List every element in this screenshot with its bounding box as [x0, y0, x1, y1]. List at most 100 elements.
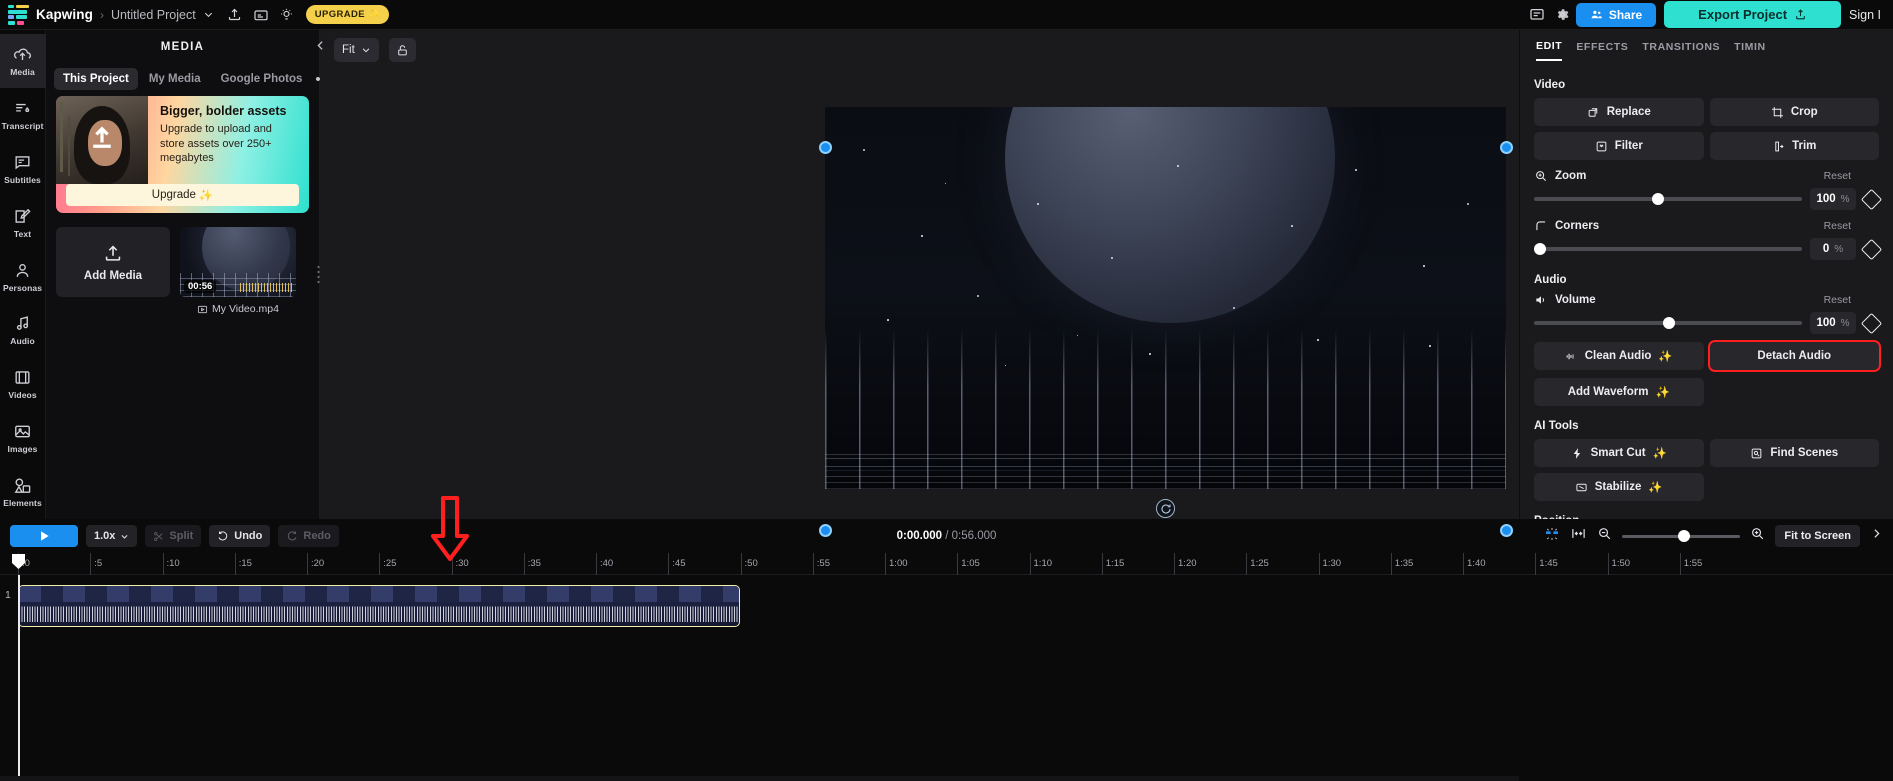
- playback-speed-select[interactable]: 1.0x: [86, 525, 138, 547]
- sidebar-item-videos[interactable]: Videos: [0, 357, 46, 411]
- video-preview-stage[interactable]: [825, 107, 1506, 489]
- selection-handle-top-right[interactable]: [1500, 141, 1513, 154]
- tab-timing[interactable]: TIMIN: [1734, 41, 1766, 60]
- canvas-area: Fit: [320, 30, 1519, 551]
- filter-button[interactable]: Filter: [1534, 132, 1704, 160]
- find-scenes-button[interactable]: Find Scenes: [1709, 439, 1879, 467]
- magnet-glyph: [1546, 527, 1559, 540]
- chevron-down-icon[interactable]: [196, 3, 222, 27]
- ruler-tick-label: :45: [672, 558, 686, 569]
- media-thumbnail[interactable]: 00:56: [180, 227, 296, 297]
- volume-slider[interactable]: [1534, 317, 1802, 329]
- collapse-panel-icon[interactable]: [309, 34, 331, 56]
- sidebar-item-transcript[interactable]: Transcript: [0, 88, 46, 142]
- ruler-tick: :10: [162, 553, 180, 575]
- zoom-unit: %: [1840, 193, 1850, 205]
- corners-slider[interactable]: [1534, 243, 1802, 255]
- project-name[interactable]: Untitled Project: [111, 8, 196, 22]
- zoom-slider-knob[interactable]: [1651, 193, 1664, 205]
- ruler-tick: 1:10: [1029, 553, 1052, 575]
- crop-button[interactable]: Crop: [1709, 98, 1879, 126]
- tab-my-media[interactable]: My Media: [140, 68, 210, 90]
- fit-to-screen-button[interactable]: Fit to Screen: [1775, 525, 1860, 547]
- add-waveform-button[interactable]: Add Waveform ✨: [1534, 378, 1704, 406]
- upgrade-pill-button[interactable]: UPGRADE ✨: [305, 5, 390, 24]
- sidebar-item-personas[interactable]: Personas: [0, 250, 46, 304]
- captions-icon[interactable]: [248, 3, 274, 27]
- sidebar-item-media[interactable]: Media: [0, 34, 46, 88]
- export-project-button[interactable]: Export Project: [1664, 1, 1842, 28]
- zoom-reset-button[interactable]: Reset: [1824, 170, 1879, 182]
- tab-effects[interactable]: EFFECTS: [1576, 41, 1628, 60]
- corners-value-box[interactable]: 0 %: [1810, 238, 1856, 260]
- play-button[interactable]: [10, 525, 78, 547]
- stabilize-icon: [1576, 483, 1587, 491]
- selection-handle-bottom-right[interactable]: [1500, 524, 1513, 537]
- zoom-keyframe-button[interactable]: [1860, 188, 1883, 210]
- timeline-horizontal-scrollbar[interactable]: [0, 776, 1519, 781]
- settings-gear-icon[interactable]: [1550, 3, 1576, 27]
- sidebar-item-images[interactable]: Images: [0, 411, 46, 465]
- clean-audio-button[interactable]: Clean Audio ✨: [1534, 342, 1704, 370]
- sidebar-item-elements[interactable]: Elements: [0, 465, 46, 519]
- zoom-slider[interactable]: [1534, 193, 1802, 205]
- tab-transitions[interactable]: TRANSITIONS: [1642, 41, 1720, 60]
- tab-edit[interactable]: EDIT: [1536, 40, 1563, 61]
- rotate-handle[interactable]: [1156, 499, 1175, 518]
- corners-reset-button[interactable]: Reset: [1824, 220, 1879, 232]
- sidebar-item-audio[interactable]: Audio: [0, 303, 46, 357]
- annotation-arrow-icon: [431, 496, 469, 561]
- detach-audio-button[interactable]: Detach Audio: [1707, 340, 1881, 372]
- brand-name[interactable]: Kapwing: [36, 7, 93, 22]
- fit-mode-select[interactable]: Fit: [334, 38, 379, 62]
- sidebar-label-transcript: Transcript: [1, 120, 44, 131]
- ruler-tick: :15: [234, 553, 252, 575]
- volume-reset-button[interactable]: Reset: [1824, 294, 1879, 306]
- replace-button[interactable]: Replace: [1534, 98, 1704, 126]
- feedback-icon[interactable]: [1524, 3, 1550, 27]
- kapwing-logo-icon[interactable]: [8, 4, 30, 25]
- corners-keyframe-button[interactable]: [1860, 238, 1883, 260]
- volume-slider-knob[interactable]: [1662, 317, 1675, 329]
- magnet-snap-icon[interactable]: [1544, 526, 1560, 547]
- undo-label: Undo: [234, 530, 263, 542]
- smart-cut-button[interactable]: Smart Cut ✨: [1534, 439, 1704, 467]
- split-button[interactable]: Split: [145, 525, 202, 547]
- share-upload-icon[interactable]: [222, 3, 248, 27]
- timeline-zoom-knob[interactable]: [1677, 530, 1690, 542]
- chevron-right-icon[interactable]: [1870, 527, 1883, 545]
- sign-in-link[interactable]: Sign I: [1849, 8, 1885, 22]
- timecode-display: 0:00.000 / 0:56.000: [897, 530, 997, 542]
- timeline-clip[interactable]: [18, 585, 740, 627]
- aspect-unlock-button[interactable]: [388, 38, 416, 62]
- timeline-zoom-slider[interactable]: [1622, 530, 1741, 542]
- stabilize-button[interactable]: Stabilize ✨: [1534, 473, 1704, 501]
- share-button[interactable]: Share: [1575, 2, 1657, 27]
- tab-this-project[interactable]: This Project: [54, 68, 138, 90]
- volume-value-box[interactable]: 100 %: [1810, 312, 1856, 334]
- zoom-in-icon[interactable]: [1750, 526, 1765, 546]
- add-media-button[interactable]: Add Media: [56, 227, 170, 297]
- redo-icon: [288, 531, 297, 541]
- zoom-icon: [1536, 171, 1547, 182]
- redo-button[interactable]: Redo: [278, 525, 339, 547]
- media-asset-card[interactable]: 00:56 My Video.mp4: [180, 227, 296, 315]
- zoom-value-box[interactable]: 100 %: [1810, 188, 1856, 210]
- zoom-out-icon[interactable]: [1597, 526, 1612, 546]
- trim-button[interactable]: Trim: [1709, 132, 1879, 160]
- sidebar-item-subtitles[interactable]: Subtitles: [0, 142, 46, 196]
- timeline-ruler[interactable]: :0:5:10:15:20:25:30:35:40:45:50:55 1:00 1:…: [0, 553, 1893, 575]
- upgrade-promo-card[interactable]: Bigger, bolder assets Upgrade to upload …: [56, 96, 309, 213]
- fit-clip-icon[interactable]: [1570, 526, 1587, 546]
- undo-button[interactable]: Undo: [209, 525, 271, 547]
- corners-slider-knob[interactable]: [1534, 243, 1546, 255]
- volume-unit: %: [1840, 317, 1850, 329]
- selection-handle-bottom-left[interactable]: [819, 524, 832, 537]
- tab-google-photos[interactable]: Google Photos: [212, 68, 312, 90]
- volume-keyframe-button[interactable]: [1860, 312, 1883, 334]
- selection-handle-top-left[interactable]: [819, 141, 832, 154]
- lightbulb-icon[interactable]: [274, 3, 300, 27]
- promo-upgrade-button[interactable]: Upgrade ✨: [66, 184, 299, 206]
- sidebar-item-text[interactable]: Text: [0, 196, 46, 250]
- ruler-tick-label: 1:05: [961, 558, 980, 569]
